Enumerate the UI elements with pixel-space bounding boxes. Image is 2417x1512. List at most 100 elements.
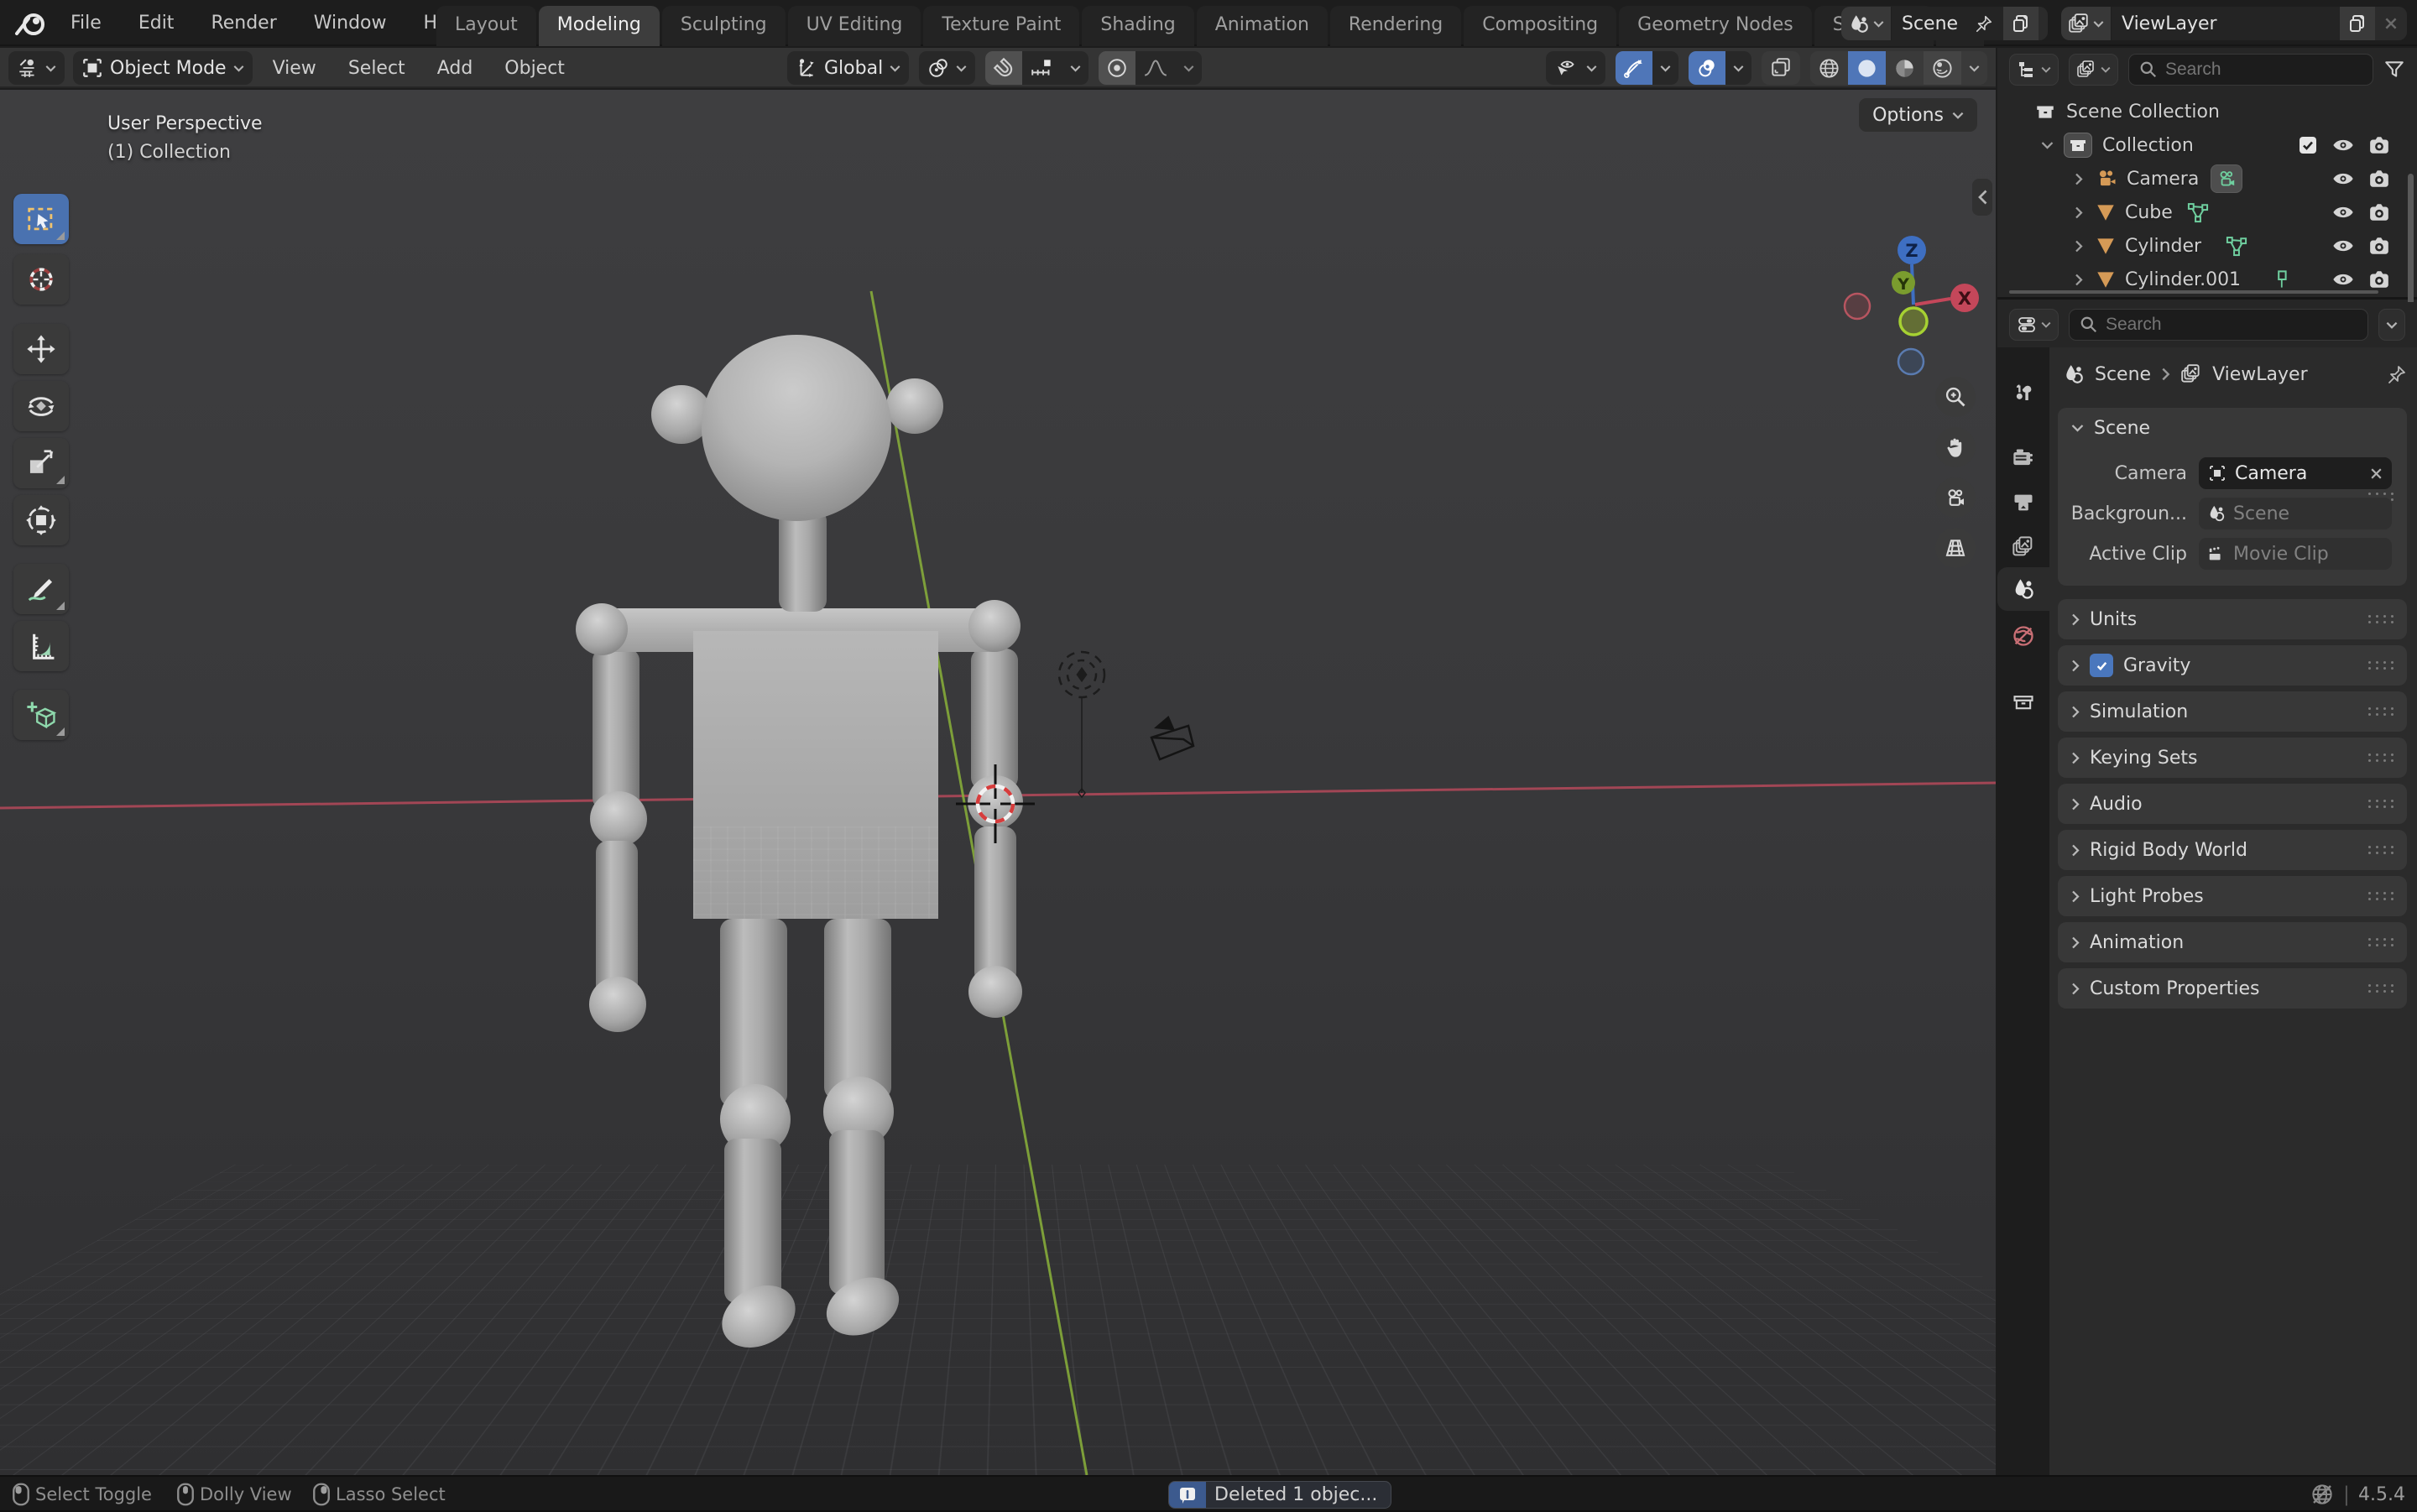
proportional-edit-toggle[interactable] <box>1099 51 1135 85</box>
overlays-options-dropdown[interactable] <box>1725 51 1751 85</box>
eye-icon[interactable] <box>2331 270 2355 289</box>
properties-options-dropdown[interactable] <box>2378 309 2405 341</box>
scene-name-field[interactable]: Scene <box>1892 7 2003 40</box>
active-clip-field[interactable]: Movie Clip <box>2199 538 2392 570</box>
visibility-dropdown[interactable] <box>1546 51 1605 85</box>
viewlayer-new-button[interactable] <box>2340 7 2375 40</box>
panel-simulation[interactable]: Simulation <box>2058 691 2407 732</box>
eye-icon[interactable] <box>2331 237 2355 255</box>
close-icon[interactable] <box>2369 467 2383 481</box>
shading-solid-button[interactable] <box>1848 51 1886 85</box>
transform-orientation-dropdown[interactable]: Global <box>787 51 909 85</box>
falloff-curve-button[interactable] <box>1135 51 1176 85</box>
breadcrumb-scene[interactable]: Scene <box>2095 364 2151 385</box>
panel-audio[interactable]: Audio <box>2058 784 2407 824</box>
tab-animation[interactable]: Animation <box>1197 6 1328 46</box>
outliner-display-mode-button[interactable] <box>2069 54 2118 86</box>
blender-logo-icon[interactable] <box>13 8 49 37</box>
eye-icon[interactable] <box>2331 136 2355 154</box>
camera-data-badge[interactable] <box>2211 164 2242 193</box>
outliner-horizontal-scrollbar[interactable] <box>2009 290 2378 294</box>
menu-add[interactable]: Add <box>425 58 485 79</box>
camera-view-button[interactable] <box>1935 477 1976 518</box>
tab-geometry-nodes[interactable]: Geometry Nodes <box>1619 6 1812 46</box>
outliner-editor-type-button[interactable] <box>2009 54 2059 86</box>
eye-icon[interactable] <box>2331 169 2355 188</box>
menu-render[interactable]: Render <box>196 8 291 39</box>
tab-tool[interactable] <box>1997 373 2049 416</box>
viewlayer-name-field[interactable]: ViewLayer <box>2112 7 2340 40</box>
gizmo-options-dropdown[interactable] <box>1652 51 1678 85</box>
snap-options-dropdown[interactable] <box>1062 51 1088 85</box>
tab-uv-editing[interactable]: UV Editing <box>788 6 921 46</box>
render-camera-icon[interactable] <box>2368 135 2390 155</box>
tool-transform[interactable] <box>13 495 69 545</box>
render-camera-icon[interactable] <box>2368 236 2390 256</box>
outliner-row-cylinder[interactable]: Cylinder <box>1997 229 2405 263</box>
tool-scale[interactable] <box>13 438 69 488</box>
filter-button[interactable] <box>2383 59 2405 81</box>
sidebar-collapse-chevron[interactable] <box>1972 179 1992 216</box>
viewlayer-remove-button[interactable] <box>2375 7 2407 40</box>
status-report-message[interactable]: Deleted 1 objec... <box>1168 1481 1391 1509</box>
mode-dropdown[interactable]: Object Mode <box>73 51 253 85</box>
panel-gravity[interactable]: Gravity <box>2058 645 2407 686</box>
pan-view-button[interactable] <box>1935 427 1976 467</box>
breadcrumb-viewlayer[interactable]: ViewLayer <box>2212 364 2308 385</box>
scene-new-button[interactable] <box>2003 7 2039 40</box>
pin-icon[interactable] <box>2387 364 2407 384</box>
shading-options-dropdown[interactable] <box>1961 51 1987 85</box>
tab-texture-paint[interactable]: Texture Paint <box>923 6 1079 46</box>
tab-render[interactable] <box>1997 436 2049 480</box>
tab-scene[interactable] <box>1997 567 2049 611</box>
outliner-row-cube[interactable]: Cube <box>1997 196 2405 229</box>
properties-search-input[interactable] <box>2106 315 2232 335</box>
checkbox-checked-icon[interactable] <box>2298 135 2318 155</box>
tool-cursor[interactable] <box>13 254 69 305</box>
zoom-view-button[interactable] <box>1935 377 1976 417</box>
tab-rendering[interactable]: Rendering <box>1330 6 1461 46</box>
properties-editor-type-button[interactable] <box>2009 309 2059 341</box>
panel-custom-properties[interactable]: Custom Properties <box>2058 968 2407 1009</box>
render-camera-icon[interactable] <box>2368 202 2390 222</box>
tab-collection[interactable] <box>1997 680 2049 723</box>
outliner-row-camera[interactable]: Camera <box>1997 162 2405 196</box>
proportional-options-dropdown[interactable] <box>1176 51 1202 85</box>
tab-modeling[interactable]: Modeling <box>539 6 660 46</box>
panel-rigid-body-world[interactable]: Rigid Body World <box>2058 830 2407 870</box>
tab-sculpting[interactable]: Sculpting <box>662 6 786 46</box>
scene-datablock-button[interactable] <box>1841 7 1892 40</box>
options-dropdown[interactable]: Options <box>1859 98 1977 132</box>
tab-world[interactable] <box>1997 614 2049 658</box>
navigation-gizmo[interactable]: Z Y X <box>1840 231 1991 390</box>
show-gizmo-toggle[interactable] <box>1616 51 1652 85</box>
pin-icon[interactable] <box>1975 14 1993 33</box>
menu-view[interactable]: View <box>261 58 328 79</box>
tool-rotate[interactable] <box>13 381 69 431</box>
snap-target-button[interactable] <box>1022 51 1062 85</box>
scene-unlink-button[interactable] <box>2039 7 2048 40</box>
shading-wireframe-button[interactable] <box>1810 51 1848 85</box>
scene-panel-header[interactable]: Scene <box>2058 408 2407 448</box>
tool-measure[interactable] <box>13 621 69 671</box>
menu-window[interactable]: Window <box>299 8 402 39</box>
pivot-point-dropdown[interactable] <box>919 51 975 85</box>
render-camera-icon[interactable] <box>2368 169 2390 189</box>
outliner-row-scene-collection[interactable]: Scene Collection <box>1997 95 2405 128</box>
panel-keying-sets[interactable]: Keying Sets <box>2058 738 2407 778</box>
menu-object[interactable]: Object <box>493 58 577 79</box>
tab-view-layer[interactable] <box>1997 525 2049 569</box>
tool-select-box[interactable] <box>13 194 69 244</box>
editor-type-button[interactable] <box>8 51 65 85</box>
tab-layout[interactable]: Layout <box>436 6 536 46</box>
tool-annotate[interactable] <box>13 564 69 614</box>
menu-file[interactable]: File <box>55 8 117 39</box>
snap-toggle[interactable] <box>985 51 1022 85</box>
properties-search[interactable] <box>2069 309 2368 341</box>
tab-shading[interactable]: Shading <box>1082 6 1193 46</box>
outliner-search[interactable] <box>2128 54 2373 86</box>
outliner-search-input[interactable] <box>2165 60 2291 80</box>
viewlayer-datablock-button[interactable] <box>2061 7 2112 40</box>
show-overlays-toggle[interactable] <box>1689 51 1725 85</box>
eye-icon[interactable] <box>2331 203 2355 222</box>
